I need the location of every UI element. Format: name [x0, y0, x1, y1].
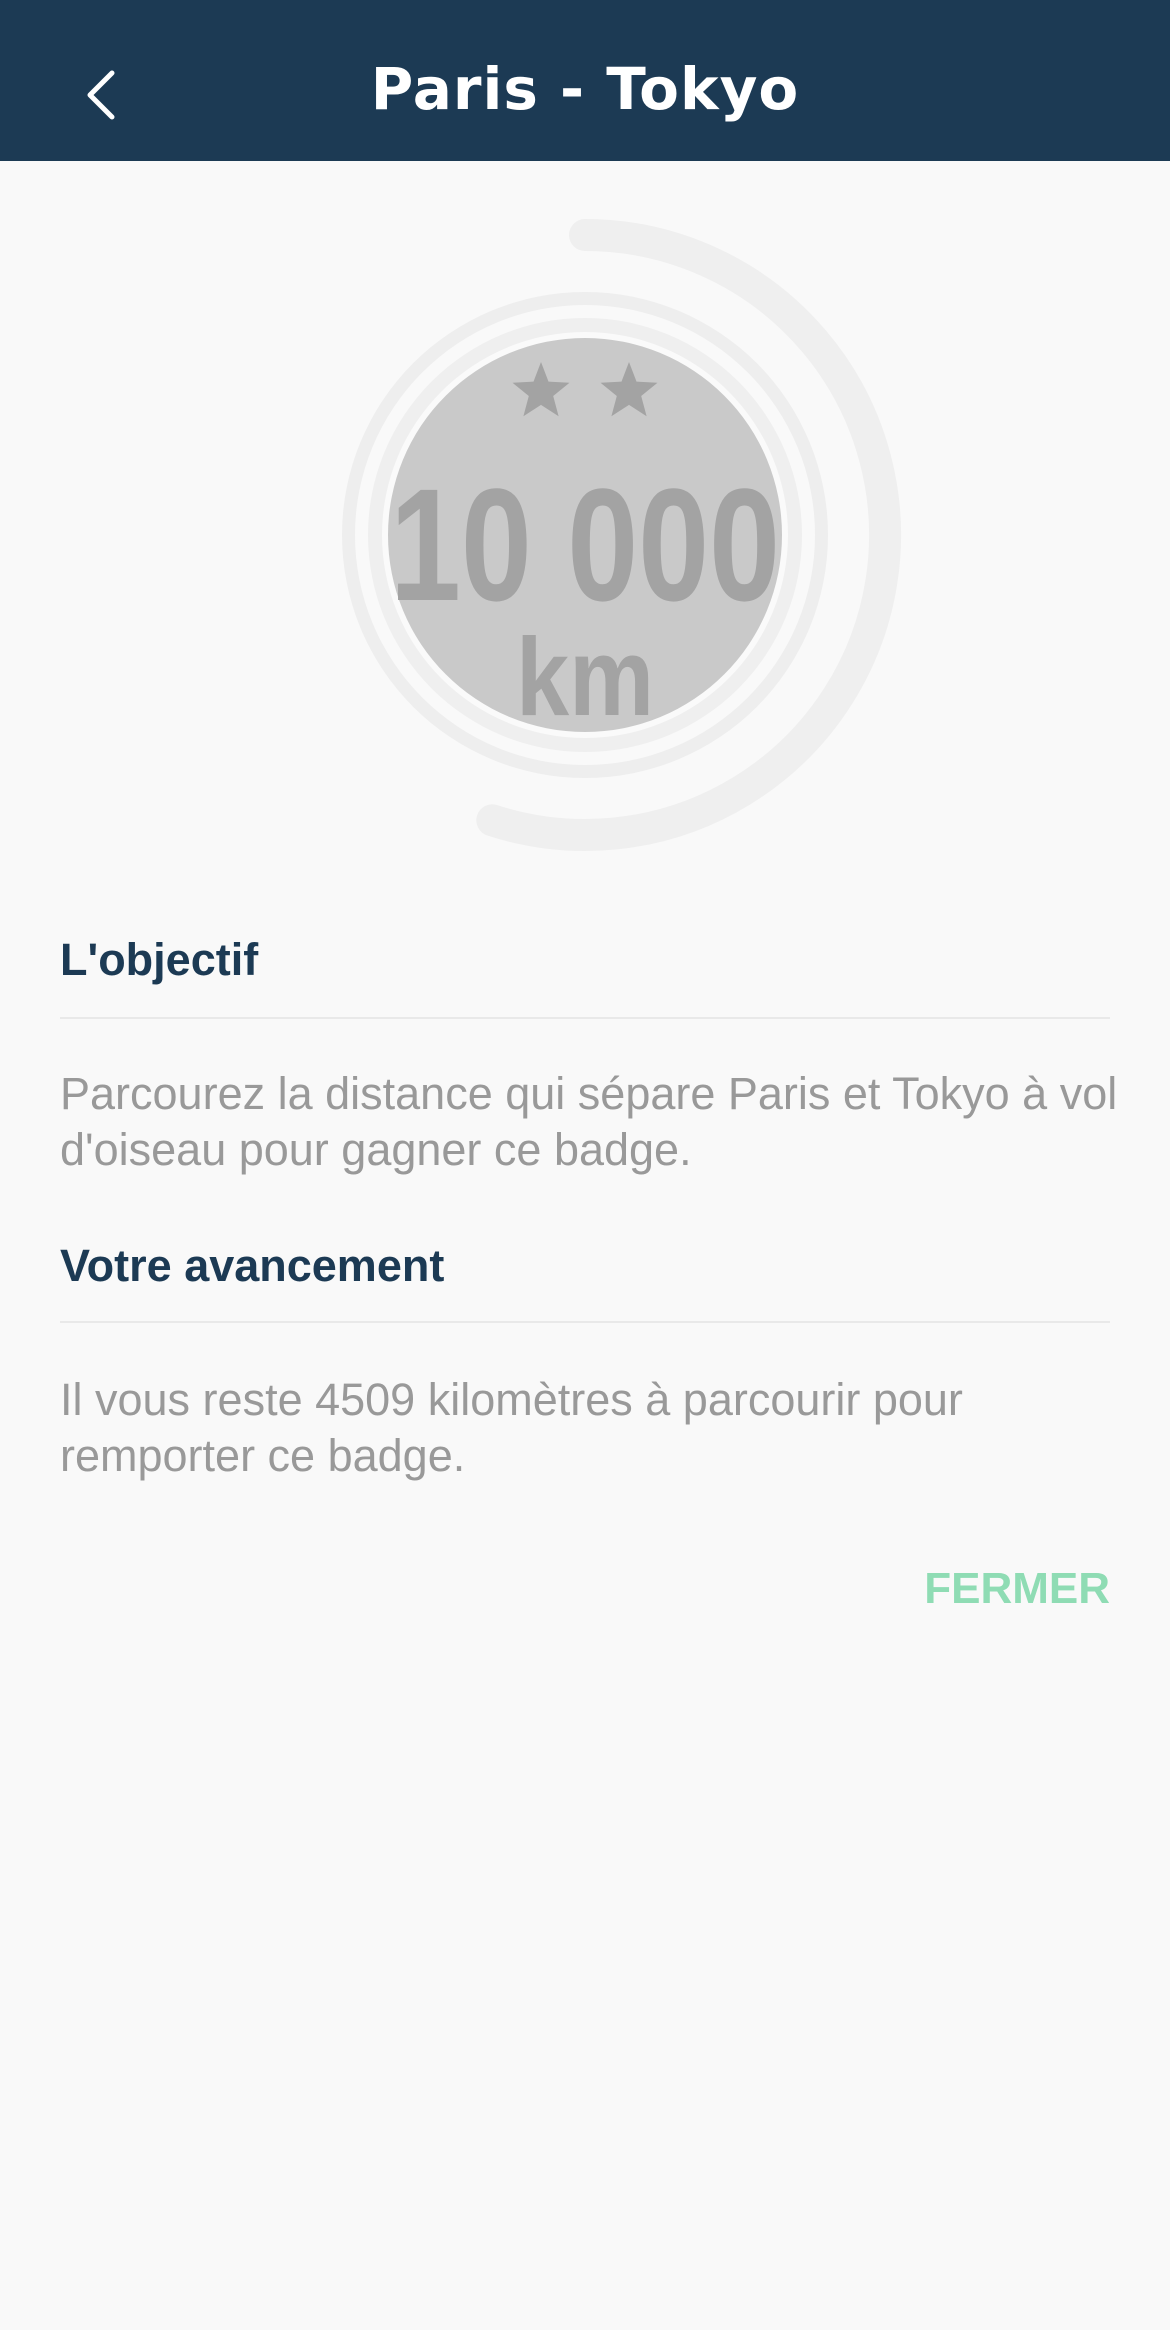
objective-text: Parcourez la distance qui sépare Paris e… [60, 1068, 1118, 1175]
close-button[interactable]: FERMER [924, 1564, 1110, 1614]
badge: 10 000 km [320, 210, 910, 860]
page-title: Paris - Tokyo [370, 55, 800, 123]
objective-divider [60, 1017, 1110, 1019]
progress-heading: Votre avancement [60, 1240, 445, 1291]
progress-divider [60, 1321, 1110, 1323]
objective-heading: L'objectif [60, 934, 259, 985]
app-bar: Paris - Tokyo [0, 0, 1170, 161]
badge-unit: km [516, 616, 654, 739]
badge-value: 10 000 [390, 455, 780, 634]
progress-text: Il vous reste 4509 kilomètres à parcouri… [60, 1374, 963, 1481]
badge-graphic: 10 000 km [342, 219, 902, 851]
